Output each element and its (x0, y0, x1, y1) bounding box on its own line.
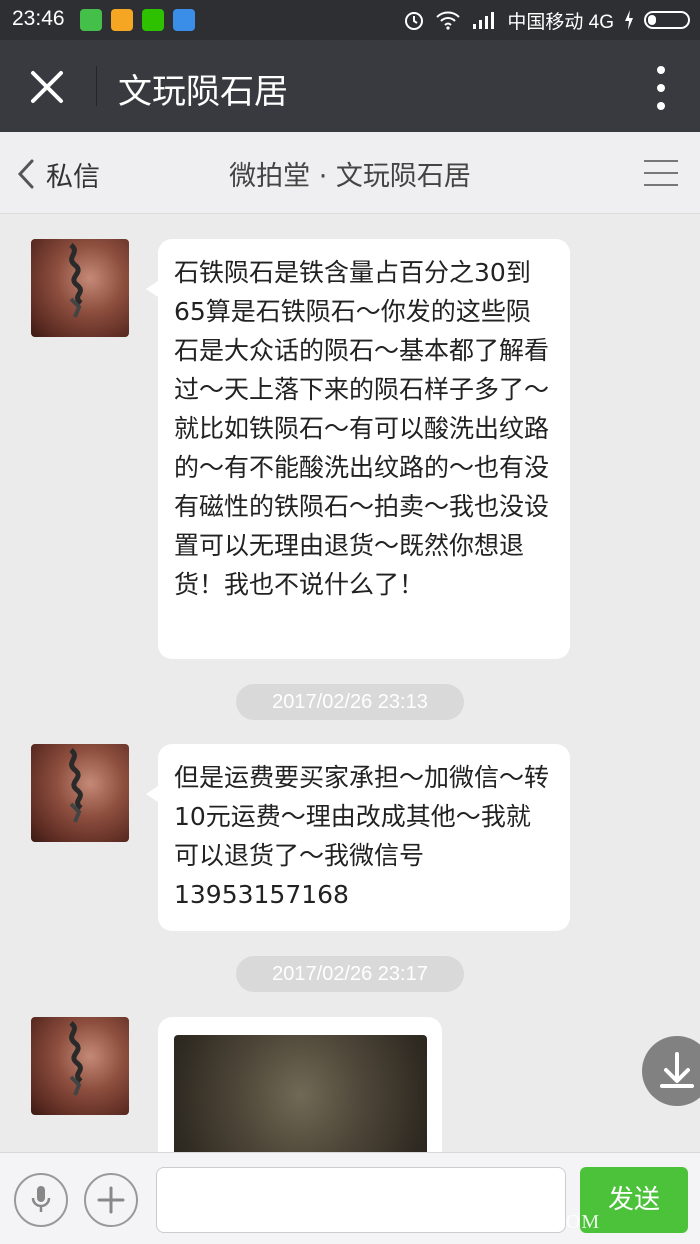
battery-icon (644, 11, 690, 29)
message-bubble[interactable]: 石铁陨石是铁含量占百分之30到65算是石铁陨石～你发的这些陨石是大众话的陨石～基… (146, 239, 570, 659)
status-time: 23:46 (12, 7, 65, 30)
avatar[interactable] (31, 1017, 129, 1115)
voice-button[interactable] (14, 1173, 68, 1227)
carrier-label: 中国移动 4G (507, 11, 614, 33)
meteorite-chain-icon (69, 1021, 83, 1096)
download-icon (660, 1052, 694, 1088)
close-icon[interactable] (22, 62, 72, 112)
signal-icon (473, 12, 495, 29)
plus-icon (97, 1186, 125, 1214)
microphone-icon (31, 1186, 51, 1212)
image-message-bubble[interactable] (158, 1017, 442, 1152)
page-title: 文玩陨石居 (118, 72, 288, 112)
add-attachment-button[interactable] (84, 1173, 138, 1227)
meteorite-photo[interactable] (174, 1035, 427, 1152)
alarm-icon (405, 12, 424, 30)
avatar[interactable] (31, 239, 129, 337)
photo-app-icon (111, 9, 133, 31)
message-text: 但是运费要买家承担～加微信～转10元运费～理由改成其他～我就可以退货了～我微信号… (174, 763, 550, 909)
chat-header: 私信 微拍堂 · 文玩陨石居 (0, 132, 700, 214)
message-text: 石铁陨石是铁含量占百分之30到65算是石铁陨石～你发的这些陨石是大众话的陨石～基… (174, 258, 550, 599)
meteorite-chain-icon (69, 243, 83, 318)
timestamp: 2017/02/26 23:13 (236, 684, 464, 720)
avatar[interactable] (31, 744, 129, 842)
charging-icon (625, 10, 633, 30)
menu-icon[interactable] (644, 160, 678, 186)
meteorite-chain-icon (69, 748, 83, 823)
title-divider (96, 66, 97, 106)
battery-saver-app-icon (80, 9, 102, 31)
download-button[interactable] (642, 1036, 700, 1106)
chat-title: 微拍堂 · 文玩陨石居 (229, 161, 471, 192)
watermark: JUSHIUNSHI.COM (420, 1211, 601, 1233)
message-bubble[interactable]: 但是运费要买家承担～加微信～转10元运费～理由改成其他～我就可以退货了～我微信号… (146, 744, 570, 931)
wifi-icon (436, 11, 461, 30)
title-bar: 文玩陨石居 (0, 40, 700, 132)
status-bar: 23:46 中国移动 4G (0, 0, 700, 40)
wechat-app-icon (142, 9, 164, 31)
more-options-icon[interactable] (652, 66, 670, 110)
message-app-icon (173, 9, 195, 31)
timestamp: 2017/02/26 23:17 (236, 956, 464, 992)
